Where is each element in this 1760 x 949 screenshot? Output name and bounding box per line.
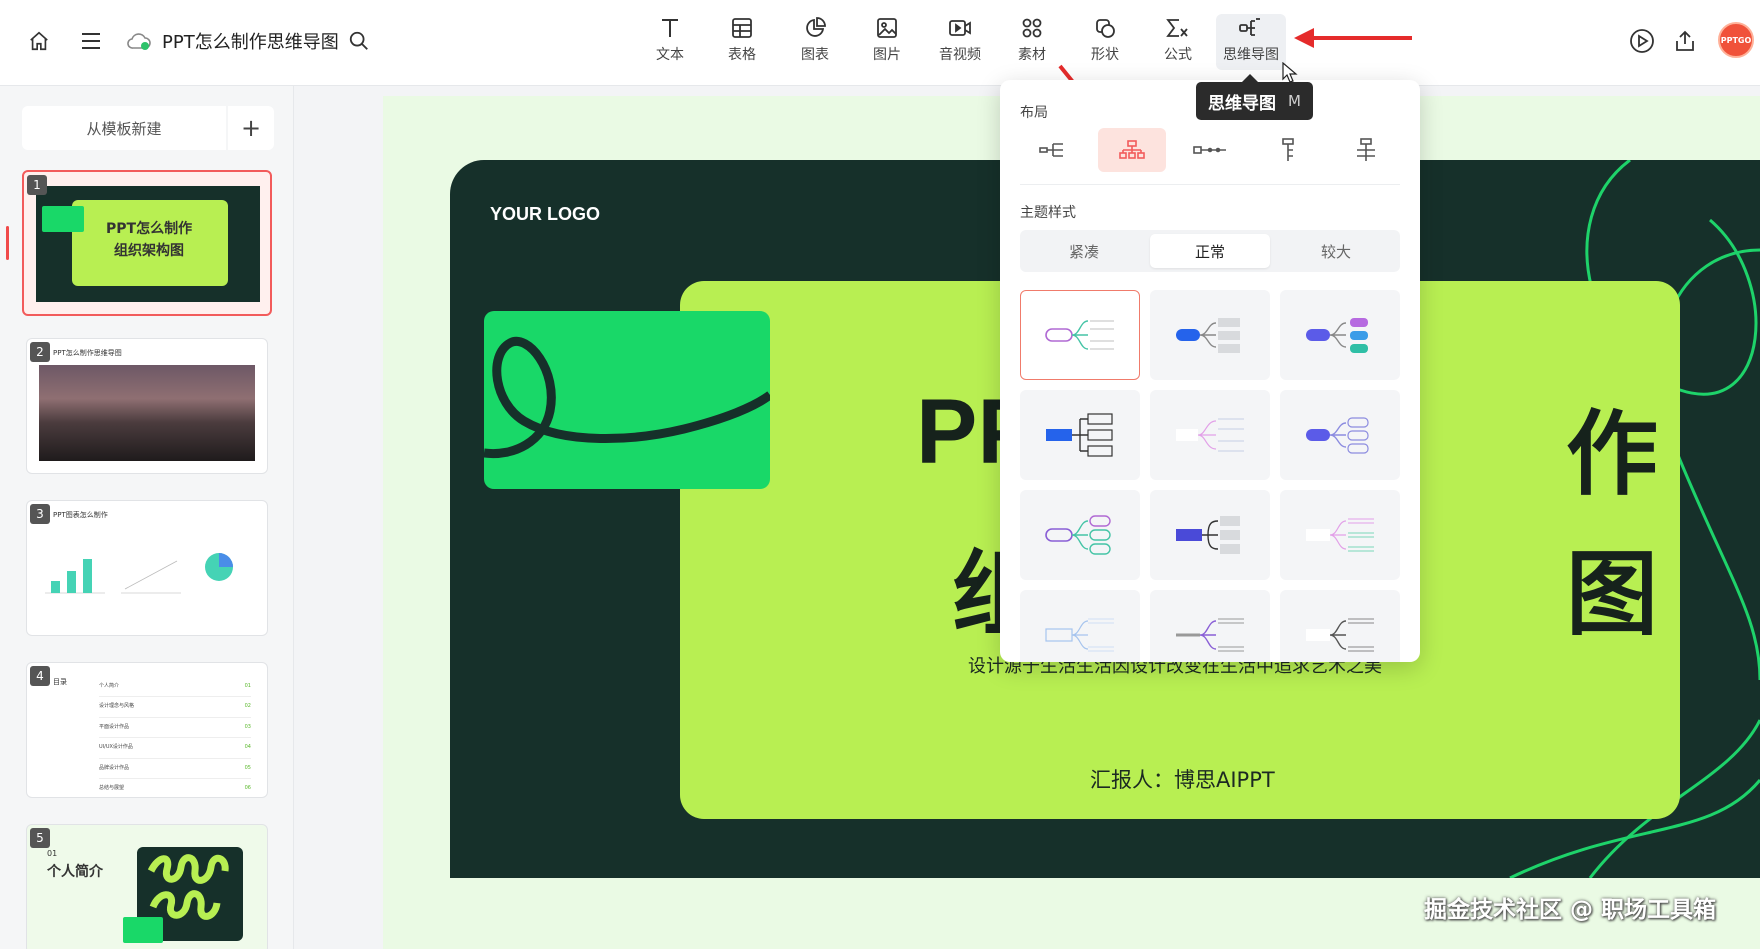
- slide-number: 4: [30, 666, 50, 686]
- theme-style-6[interactable]: [1280, 390, 1400, 480]
- scroll-indicator[interactable]: [6, 226, 9, 260]
- slide-panel: 从模板新建 + 1 PPT怎么制作 组织架构图 2 PPT怎么制作思维导图 3 …: [0, 86, 294, 949]
- tool-label: 形状: [1091, 47, 1119, 63]
- theme-style-7[interactable]: [1020, 490, 1140, 580]
- layout-option-both-sides[interactable]: [1332, 128, 1400, 172]
- layout-option-org-chart[interactable]: [1098, 128, 1166, 172]
- layout-section-label: 布局: [1020, 105, 1048, 121]
- thumb-title: PPT怎么制作思维导图: [53, 349, 122, 357]
- thumb-charts: [45, 553, 233, 594]
- tool-formula[interactable]: 公式: [1144, 14, 1212, 70]
- layout-option-timeline[interactable]: [1176, 128, 1244, 172]
- new-from-template-button[interactable]: 从模板新建: [22, 106, 226, 150]
- tool-table[interactable]: 表格: [708, 14, 776, 70]
- mindmap-icon: [1237, 14, 1265, 42]
- share-icon[interactable]: [1670, 26, 1700, 56]
- thumb-photo: [39, 365, 255, 461]
- home-icon[interactable]: [24, 26, 54, 56]
- chart-icon: [801, 14, 829, 42]
- play-icon[interactable]: [1627, 26, 1657, 56]
- size-segmented-control: 紧凑 正常 较大: [1020, 230, 1400, 272]
- table-icon: [728, 14, 756, 42]
- tool-label: 公式: [1164, 47, 1192, 63]
- tool-label: 表格: [728, 47, 756, 63]
- slide-loop-graphic: [484, 336, 770, 459]
- tool-label: 音视频: [939, 47, 981, 63]
- tool-label: 图表: [801, 47, 829, 63]
- image-icon: [873, 14, 901, 42]
- menu-icon[interactable]: [76, 26, 106, 56]
- theme-style-1[interactable]: [1020, 290, 1140, 380]
- slide-reporter[interactable]: 汇报人：博思AIPPT: [1090, 764, 1275, 794]
- size-option-normal[interactable]: 正常: [1150, 234, 1270, 268]
- tool-text[interactable]: 文本: [636, 14, 704, 70]
- thumb-green-block: [123, 917, 163, 943]
- thumb-title: 目录: [53, 678, 67, 686]
- theme-style-4[interactable]: [1020, 390, 1140, 480]
- slide-thumbnail-2[interactable]: 2 PPT怎么制作思维导图: [26, 338, 268, 474]
- document-title[interactable]: PPT怎么制作思维导图: [162, 28, 339, 54]
- shape-icon: [1091, 14, 1119, 42]
- text-icon: [656, 14, 684, 42]
- theme-style-5[interactable]: [1150, 390, 1270, 480]
- tool-image[interactable]: 图片: [853, 14, 921, 70]
- slide-thumbnail-3[interactable]: 3 PPT图表怎么制作: [26, 500, 268, 636]
- tool-chart[interactable]: 图表: [781, 14, 849, 70]
- section-divider: [1020, 184, 1400, 185]
- layout-option-down-tree[interactable]: [1254, 128, 1322, 172]
- thumb-title: PPT怎么制作 组织架构图: [106, 221, 193, 259]
- watermark: 掘金技术社区 @ 职场工具箱: [1424, 897, 1717, 923]
- slide-number: 3: [30, 504, 50, 524]
- thumb-toc: 个人简介 01 设计理念与风格 02 平面设计作品 03 UI/UX设计作品 04 品牌…: [99, 677, 251, 797]
- slide-number: 5: [30, 828, 50, 848]
- size-option-large[interactable]: 较大: [1276, 234, 1396, 268]
- tooltip-arrow: [1242, 74, 1258, 82]
- tool-mindmap[interactable]: 思维导图: [1216, 14, 1286, 70]
- formula-icon: [1164, 14, 1192, 42]
- slide-title-part[interactable]: 图: [1566, 520, 1658, 653]
- thumb-title: PPT图表怎么制作: [53, 511, 108, 519]
- slide-number: 1: [27, 175, 47, 195]
- theme-style-8[interactable]: [1150, 490, 1270, 580]
- tool-label: 素材: [1018, 47, 1046, 63]
- cloud-saved-icon: [124, 26, 154, 56]
- theme-style-12[interactable]: [1280, 590, 1400, 662]
- theme-section-label: 主题样式: [1020, 205, 1076, 221]
- tool-label: 思维导图: [1223, 47, 1279, 63]
- slide-number: 2: [30, 342, 50, 362]
- add-slide-button[interactable]: +: [228, 106, 274, 150]
- avatar[interactable]: PPTGO: [1718, 22, 1754, 58]
- theme-style-2[interactable]: [1150, 290, 1270, 380]
- mindmap-tooltip: 思维导图 M: [1196, 82, 1313, 120]
- material-icon: [1018, 14, 1046, 42]
- mouse-cursor-icon: [1282, 62, 1298, 83]
- video-icon: [946, 14, 974, 42]
- slide-thumbnail-5[interactable]: 5 01 个人简介: [26, 824, 268, 949]
- size-option-compact[interactable]: 紧凑: [1024, 234, 1144, 268]
- theme-style-3[interactable]: [1280, 290, 1400, 380]
- slide-title-part[interactable]: 作: [1566, 380, 1658, 513]
- theme-style-9[interactable]: [1280, 490, 1400, 580]
- theme-style-10[interactable]: [1020, 590, 1140, 662]
- tooltip-label: 思维导图: [1208, 93, 1276, 114]
- layout-option-right[interactable]: [1018, 128, 1086, 172]
- top-toolbar: PPT怎么制作思维导图 文本 表格 图表 图片 音视频 素材 形状 公式 思维导…: [0, 0, 1760, 86]
- tooltip-shortcut: M: [1288, 92, 1301, 110]
- thumb-green-block: [42, 206, 84, 232]
- tool-label: 文本: [656, 47, 684, 63]
- annotation-arrow: [1294, 28, 1412, 48]
- mindmap-dropdown: 布局 主题样式 紧凑 正常 较大: [1000, 80, 1420, 662]
- tool-label: 图片: [873, 47, 901, 63]
- tool-video[interactable]: 音视频: [926, 14, 994, 70]
- thumb-title: 个人简介: [47, 864, 103, 880]
- slide-green-block[interactable]: [484, 311, 770, 489]
- thumb-small-number: 01: [47, 849, 58, 858]
- theme-style-11[interactable]: [1150, 590, 1270, 662]
- slide-thumbnail-4[interactable]: 4 目录 个人简介 01 设计理念与风格 02 平面设计作品 03 UI/UX设计作品…: [26, 662, 268, 798]
- slide-thumbnail-1[interactable]: 1 PPT怎么制作 组织架构图: [22, 170, 272, 316]
- search-icon[interactable]: [344, 26, 374, 56]
- slide-logo[interactable]: YOUR LOGO: [490, 204, 600, 225]
